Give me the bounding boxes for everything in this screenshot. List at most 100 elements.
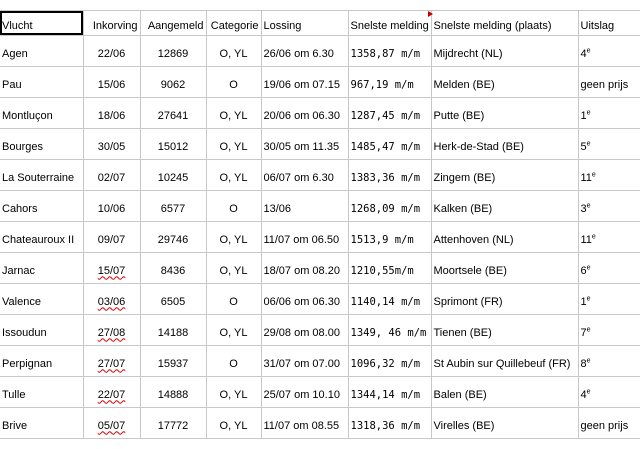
header-cell-lossing[interactable]: Lossing [261,11,349,36]
header-cell-vlucht[interactable]: Vlucht [0,11,84,36]
cell-uitslag[interactable]: 11e [578,159,640,191]
cell-uitslag[interactable]: 1e [578,283,640,315]
cell-aangemeld[interactable]: 6577 [140,190,207,222]
cell-snelste-melding-plaats[interactable]: Herk-de-Stad (BE) [431,128,579,160]
cell-uitslag[interactable]: 11e [578,221,640,253]
cell-vlucht[interactable]: Agen [0,35,84,67]
cell-vlucht[interactable]: Jarnac [0,252,84,284]
cell-categorie[interactable]: O [206,190,262,222]
cell-categorie[interactable]: O [206,66,262,98]
cell-lossing[interactable]: 06/07 om 6.30 [261,159,349,191]
cell-vlucht[interactable]: Tulle [0,376,84,408]
cell-uitslag[interactable]: 1e [578,97,640,129]
cell-inkorving[interactable]: 09/07 [83,221,141,253]
cell-aangemeld[interactable]: 27641 [140,97,207,129]
cell-inkorving[interactable]: 27/07 [83,345,141,377]
header-cell-aangemeld[interactable]: Aangemeld [140,11,207,36]
cell-vlucht[interactable]: La Souterraine [0,159,84,191]
cell-lossing[interactable]: 29/08 om 08.00 [261,314,349,346]
header-cell-inkorving[interactable]: Inkorving [83,11,141,36]
cell-categorie[interactable]: O [206,345,262,377]
cell-aangemeld[interactable]: 6505 [140,283,207,315]
cell-uitslag[interactable]: 6e [578,252,640,284]
cell-snelste-melding[interactable]: 1268,09 m/m [348,190,432,222]
cell-aangemeld[interactable]: 9062 [140,66,207,98]
cell-inkorving[interactable]: 30/05 [83,128,141,160]
cell-vlucht[interactable]: Chateauroux II [0,221,84,253]
cell-aangemeld[interactable]: 12869 [140,35,207,67]
cell-uitslag[interactable]: 3e [578,190,640,222]
cell-vlucht[interactable]: Pau [0,66,84,98]
spreadsheet-grid[interactable]: Vlucht Inkorving Aangemeld Categorie Los… [0,11,640,439]
cell-inkorving[interactable]: 02/07 [83,159,141,191]
cell-lossing[interactable]: 26/06 om 6.30 [261,35,349,67]
cell-lossing[interactable]: 20/06 om 06.30 [261,97,349,129]
header-cell-categorie[interactable]: Categorie [206,11,262,36]
cell-vlucht[interactable]: Montluçon [0,97,84,129]
cell-snelste-melding-plaats[interactable]: Zingem (BE) [431,159,579,191]
header-cell-snelste-melding-plaats[interactable]: Snelste melding (plaats) [431,11,579,36]
cell-uitslag[interactable]: 7e [578,314,640,346]
cell-snelste-melding-plaats[interactable]: Moortsele (BE) [431,252,579,284]
cell-snelste-melding[interactable]: 1140,14 m/m [348,283,432,315]
cell-snelste-melding[interactable]: 1096,32 m/m [348,345,432,377]
cell-aangemeld[interactable]: 15012 [140,128,207,160]
cell-lossing[interactable]: 11/07 om 06.50 [261,221,349,253]
cell-aangemeld[interactable]: 8436 [140,252,207,284]
comment-indicator-icon[interactable] [428,11,433,17]
cell-inkorving[interactable]: 18/06 [83,97,141,129]
cell-snelste-melding-plaats[interactable]: Virelles (BE) [431,407,579,439]
cell-lossing[interactable]: 11/07 om 08.55 [261,407,349,439]
cell-inkorving[interactable]: 10/06 [83,190,141,222]
cell-lossing[interactable]: 31/07 om 07.00 [261,345,349,377]
cell-snelste-melding[interactable]: 1210,55m/m [348,252,432,284]
cell-inkorving[interactable]: 22/07 [83,376,141,408]
cell-snelste-melding-plaats[interactable]: Balen (BE) [431,376,579,408]
cell-inkorving[interactable]: 03/06 [83,283,141,315]
cell-uitslag[interactable]: geen prijs [578,407,640,439]
cell-snelste-melding-plaats[interactable]: St Aubin sur Quillebeuf (FR) [431,345,579,377]
header-cell-snelste-melding[interactable]: Snelste melding [348,11,432,36]
cell-lossing[interactable]: 19/06 om 07.15 [261,66,349,98]
cell-categorie[interactable]: O, YL [206,159,262,191]
cell-snelste-melding-plaats[interactable]: Tienen (BE) [431,314,579,346]
cell-categorie[interactable]: O, YL [206,376,262,408]
cell-snelste-melding[interactable]: 1349, 46 m/m [348,314,432,346]
cell-uitslag[interactable]: 5e [578,128,640,160]
cell-categorie[interactable]: O, YL [206,314,262,346]
cell-inkorving[interactable]: 05/07 [83,407,141,439]
cell-snelste-melding[interactable]: 1344,14 m/m [348,376,432,408]
cell-aangemeld[interactable]: 15937 [140,345,207,377]
cell-snelste-melding[interactable]: 1318,36 m/m [348,407,432,439]
cell-vlucht[interactable]: Valence [0,283,84,315]
cell-vlucht[interactable]: Perpignan [0,345,84,377]
cell-aangemeld[interactable]: 17772 [140,407,207,439]
cell-snelste-melding-plaats[interactable]: Kalken (BE) [431,190,579,222]
cell-inkorving[interactable]: 22/06 [83,35,141,67]
cell-snelste-melding[interactable]: 1358,87 m/m [348,35,432,67]
cell-categorie[interactable]: O, YL [206,35,262,67]
cell-snelste-melding-plaats[interactable]: Melden (BE) [431,66,579,98]
cell-snelste-melding-plaats[interactable]: Putte (BE) [431,97,579,129]
cell-uitslag[interactable]: 8e [578,345,640,377]
cell-vlucht[interactable]: Bourges [0,128,84,160]
cell-vlucht[interactable]: Cahors [0,190,84,222]
cell-snelste-melding[interactable]: 1383,36 m/m [348,159,432,191]
cell-lossing[interactable]: 13/06 [261,190,349,222]
cell-categorie[interactable]: O, YL [206,252,262,284]
cell-aangemeld[interactable]: 14888 [140,376,207,408]
cell-inkorving[interactable]: 27/08 [83,314,141,346]
cell-categorie[interactable]: O, YL [206,97,262,129]
cell-aangemeld[interactable]: 10245 [140,159,207,191]
cell-snelste-melding[interactable]: 1287,45 m/m [348,97,432,129]
cell-categorie[interactable]: O [206,283,262,315]
cell-inkorving[interactable]: 15/06 [83,66,141,98]
cell-inkorving[interactable]: 15/07 [83,252,141,284]
cell-lossing[interactable]: 06/06 om 06.30 [261,283,349,315]
cell-snelste-melding-plaats[interactable]: Mijdrecht (NL) [431,35,579,67]
cell-lossing[interactable]: 25/07 om 10.10 [261,376,349,408]
cell-snelste-melding[interactable]: 1513,9 m/m [348,221,432,253]
cell-lossing[interactable]: 30/05 om 11.35 [261,128,349,160]
cell-lossing[interactable]: 18/07 om 08.20 [261,252,349,284]
cell-aangemeld[interactable]: 14188 [140,314,207,346]
